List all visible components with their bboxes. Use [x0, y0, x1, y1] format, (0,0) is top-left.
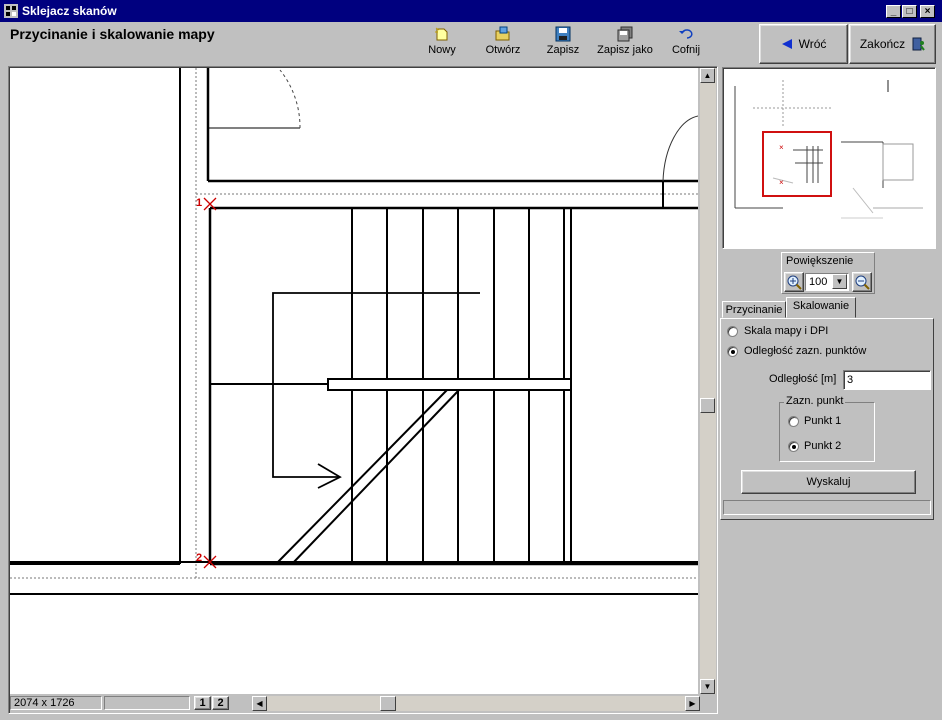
minimize-button[interactable]: _ — [886, 5, 901, 18]
title-bar: Sklejacz skanów _ □ × — [0, 0, 942, 22]
undo-button[interactable]: Cofnij — [670, 26, 702, 62]
zoom-in-button[interactable] — [784, 272, 804, 292]
point-group — [779, 402, 875, 462]
new-file-icon — [435, 27, 448, 41]
scroll-right-button[interactable]: ▶ — [685, 696, 700, 711]
distance-label: Odległość [m] — [769, 373, 837, 385]
new-button[interactable]: Nowy — [424, 26, 460, 62]
finish-button[interactable]: Zakończ — [849, 24, 936, 64]
label-scale-dpi: Skala mapy i DPI — [744, 325, 829, 337]
radio-point-2[interactable] — [788, 441, 799, 452]
radio-point-distance[interactable] — [727, 346, 738, 357]
open-folder-icon — [495, 26, 510, 41]
exit-door-icon — [912, 37, 925, 51]
map-canvas[interactable]: 1 2 — [10, 68, 698, 694]
zoom-in-icon — [787, 275, 802, 290]
zoom-out-button[interactable] — [852, 272, 872, 292]
back-arrow-icon — [781, 39, 792, 49]
zoom-value: 100 — [809, 276, 828, 288]
status-panel — [104, 696, 190, 710]
tab-cropping[interactable]: Przycinanie — [722, 301, 786, 318]
point-group-label: Zazn. punkt — [784, 395, 846, 407]
horizontal-scrollbar[interactable] — [252, 696, 700, 711]
vertical-scrollbar[interactable] — [700, 68, 716, 694]
scroll-up-button[interactable]: ▲ — [700, 68, 715, 83]
save-as-icon — [617, 26, 633, 42]
image-dimensions: 2074 x 1726 — [10, 696, 102, 710]
distance-input[interactable] — [843, 370, 931, 390]
page-2-button[interactable]: 2 — [212, 696, 229, 710]
compute-scale-button[interactable]: Wyskaluj — [741, 470, 916, 494]
tab-scaling[interactable]: Skalowanie — [786, 297, 856, 318]
scroll-left-button[interactable]: ◀ — [252, 696, 267, 711]
label-point-distance: Odległość zazn. punktów — [744, 345, 867, 357]
preview-thumbnail: × × — [734, 80, 923, 219]
chevron-down-icon[interactable]: ▼ — [832, 274, 847, 289]
open-button[interactable]: Otwórz — [482, 26, 524, 62]
map-preview[interactable]: × × — [722, 67, 936, 249]
vertical-scroll-thumb[interactable] — [700, 398, 715, 413]
radio-point-1[interactable] — [788, 416, 799, 427]
zoom-select[interactable]: 100 ▼ — [805, 273, 849, 291]
maximize-button[interactable]: □ — [902, 5, 917, 18]
page-title: Przycinanie i skalowanie mapy — [10, 26, 215, 42]
save-button[interactable]: Zapisz — [545, 26, 581, 62]
floppy-disk-icon — [555, 26, 571, 42]
close-button[interactable]: × — [920, 5, 935, 18]
page-1-button[interactable]: 1 — [194, 696, 211, 710]
scroll-down-button[interactable]: ▼ — [700, 679, 715, 694]
save-as-button[interactable]: Zapisz jako — [596, 26, 654, 62]
label-point-1: Punkt 1 — [804, 415, 842, 427]
svg-text:×: × — [779, 178, 784, 187]
radio-scale-dpi[interactable] — [727, 326, 738, 337]
svg-text:×: × — [779, 143, 784, 152]
app-icon — [4, 4, 18, 18]
marker-point-2[interactable]: 2 — [196, 552, 202, 564]
zoom-label: Powiększenie — [786, 255, 854, 267]
zoom-group: Powiększenie 100 ▼ — [781, 252, 875, 294]
undo-arrow-icon — [679, 29, 693, 39]
progress-bar — [723, 500, 931, 515]
floor-plan-drawing: 1 2 — [10, 68, 698, 595]
window-title: Sklejacz skanów — [22, 4, 117, 18]
back-button[interactable]: Wróć — [759, 24, 848, 64]
marker-point-1[interactable]: 1 — [196, 197, 202, 209]
horizontal-scroll-thumb[interactable] — [380, 696, 396, 711]
zoom-out-icon — [855, 275, 870, 290]
label-point-2: Punkt 2 — [804, 440, 842, 452]
